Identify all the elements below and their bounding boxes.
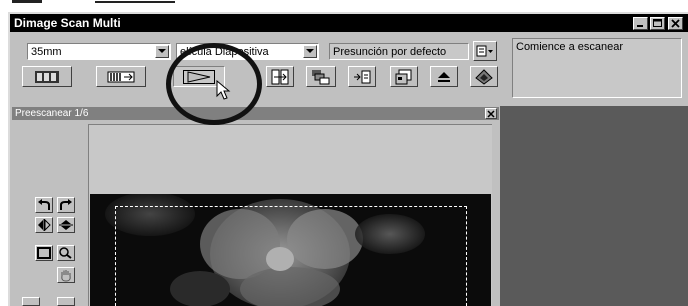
- minimize-button[interactable]: [633, 17, 648, 30]
- batch-scan-button[interactable]: [306, 66, 336, 87]
- crop-button[interactable]: [35, 245, 53, 261]
- index-scan-button[interactable]: [22, 66, 72, 87]
- rotate-left-button[interactable]: [35, 197, 53, 213]
- mouse-pointer-icon: [216, 80, 231, 100]
- preview-title: Preescanear 1/6: [15, 108, 89, 119]
- hand-pan-icon: [61, 269, 71, 282]
- status-message: Comience a escanear: [516, 41, 624, 53]
- prescan-icon: [107, 71, 135, 82]
- preview-close-button[interactable]: [485, 108, 497, 119]
- preset-field[interactable]: Presunción por defecto: [329, 43, 469, 60]
- crop-icon: [37, 247, 51, 259]
- preset-list-icon: [476, 45, 493, 57]
- help-button[interactable]: [470, 66, 498, 87]
- prescan-button[interactable]: [96, 66, 146, 87]
- highlight-ring: [166, 43, 262, 125]
- minimize-icon: [637, 25, 643, 27]
- eject-button[interactable]: [430, 66, 458, 87]
- close-icon: [671, 19, 680, 28]
- close-icon: [487, 109, 495, 118]
- rotate-right-button[interactable]: [57, 197, 75, 213]
- rotate-left-icon: [38, 199, 50, 210]
- crop-frame[interactable]: [115, 206, 467, 306]
- batch-scan-icon: [312, 69, 330, 84]
- extra-tool-button[interactable]: [57, 297, 75, 306]
- save-button[interactable]: [348, 66, 376, 87]
- eject-icon: [438, 71, 450, 82]
- flip-vertical-icon: [59, 220, 73, 230]
- index-scan-icon: [35, 70, 59, 83]
- scan-artifact: [12, 0, 42, 3]
- flip-horizontal-icon: [38, 219, 51, 231]
- flip-vertical-button[interactable]: [57, 217, 75, 233]
- flip-horizontal-button[interactable]: [35, 217, 53, 233]
- chevron-down-icon[interactable]: [303, 45, 317, 58]
- right-panel-background: [500, 106, 688, 306]
- chevron-down-icon[interactable]: [155, 45, 169, 58]
- extra-tool-button[interactable]: [22, 297, 40, 306]
- film-format-select[interactable]: 35mm: [27, 43, 171, 60]
- preferences-button[interactable]: [390, 66, 418, 87]
- image-correction-button[interactable]: [266, 66, 294, 87]
- rotate-right-icon: [60, 199, 72, 210]
- status-box: Comience a escanear: [512, 38, 682, 98]
- help-icon: [475, 68, 493, 85]
- close-button[interactable]: [668, 17, 683, 30]
- hand-pan-button[interactable]: [57, 267, 75, 283]
- save-icon: [354, 70, 371, 83]
- maximize-icon: [653, 19, 662, 27]
- preferences-icon: [395, 69, 412, 84]
- preset-menu-button[interactable]: [473, 41, 497, 61]
- maximize-button[interactable]: [650, 17, 665, 30]
- preset-value: Presunción por defecto: [333, 46, 447, 58]
- film-format-value: 35mm: [31, 46, 62, 58]
- zoom-icon: [59, 247, 72, 259]
- image-correction-icon: [271, 69, 289, 84]
- zoom-button[interactable]: [57, 245, 75, 261]
- scan-artifact: [95, 1, 175, 3]
- window-title: Dimage Scan Multi: [14, 16, 121, 30]
